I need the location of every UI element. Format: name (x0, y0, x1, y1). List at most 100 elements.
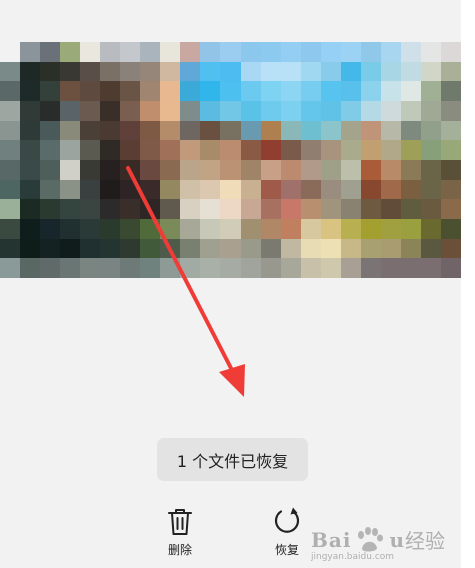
photo-tile (40, 179, 61, 200)
photo-tile (400, 159, 421, 180)
photo-tile (380, 159, 401, 180)
photo-tile (400, 258, 421, 278)
photo-tile (160, 258, 181, 278)
photo-tile (180, 42, 201, 62)
baidu-jingyan-watermark: Bai u 经验 jingyan.baidu.com (310, 525, 445, 562)
photo-tile (20, 238, 41, 259)
photo-tile (220, 61, 241, 82)
photo-tile (60, 42, 81, 62)
photo-tile (380, 81, 401, 101)
photo-tile (120, 258, 141, 278)
photo-tile (140, 100, 161, 121)
photo-tile (80, 199, 101, 219)
photo-tile (200, 258, 221, 278)
photo-tile (320, 42, 341, 62)
pixelated-photo-preview (0, 42, 461, 278)
photo-tile (260, 199, 281, 219)
photo-tile (300, 238, 321, 259)
photo-tile (300, 159, 321, 180)
photo-tile (360, 179, 381, 200)
photo-tile (140, 81, 161, 101)
photo-tile (80, 140, 101, 160)
photo-tile (280, 120, 301, 141)
photo-tile (280, 179, 301, 200)
photo-tile (120, 42, 141, 62)
photo-tile (20, 100, 41, 121)
photo-tile (440, 100, 461, 121)
photo-tile (120, 120, 141, 141)
photo-tile (240, 61, 261, 82)
photo-tile (140, 120, 161, 141)
photo-tile (80, 120, 101, 141)
photo-tile (260, 42, 281, 62)
photo-tile (320, 100, 341, 121)
photo-tile (180, 81, 201, 101)
delete-button[interactable]: 删除 (150, 505, 210, 558)
photo-tile (120, 199, 141, 219)
photo-tile (160, 120, 181, 141)
toast-text: 1 个文件已恢复 (176, 451, 289, 471)
photo-tile (160, 42, 181, 62)
photo-tile (260, 258, 281, 278)
photo-tile (80, 258, 101, 278)
photo-tile (140, 140, 161, 160)
photo-tile (340, 238, 361, 259)
photo-tile (40, 238, 61, 259)
photo-tile (400, 199, 421, 219)
restore-button[interactable]: 恢复 (257, 505, 317, 558)
photo-tile (220, 159, 241, 180)
photo-tile (20, 199, 41, 219)
photo-tile (20, 61, 41, 82)
photo-tile (220, 199, 241, 219)
photo-tile (260, 100, 281, 121)
photo-tile (220, 120, 241, 141)
photo-tile (440, 140, 461, 160)
photo-tile (340, 81, 361, 101)
photo-tile (200, 81, 221, 101)
photo-tile (440, 238, 461, 259)
photo-tile (140, 199, 161, 219)
photo-tile (360, 199, 381, 219)
photo-tile (40, 100, 61, 121)
photo-tile (320, 120, 341, 141)
photo-tile (280, 258, 301, 278)
photo-tile (280, 81, 301, 101)
photo-tile (420, 81, 441, 101)
photo-tile (260, 140, 281, 160)
photo-tile (100, 61, 121, 82)
photo-tile (20, 179, 41, 200)
photo-tile (280, 159, 301, 180)
photo-tile (160, 179, 181, 200)
photo-tile (400, 120, 421, 141)
photo-tile (100, 100, 121, 121)
photo-tile (0, 258, 21, 278)
photo-tile (60, 100, 81, 121)
photo-tile (140, 179, 161, 200)
photo-tile (360, 258, 381, 278)
screen-edge-strip (461, 0, 475, 568)
photo-tile (420, 140, 441, 160)
photo-tile (420, 258, 441, 278)
photo-tile (220, 238, 241, 259)
photo-tile (240, 140, 261, 160)
photo-tile (320, 81, 341, 101)
photo-tile (100, 218, 121, 239)
photo-tile (320, 179, 341, 200)
photo-tile (160, 199, 181, 219)
photo-tile (200, 120, 221, 141)
photo-tile (400, 81, 421, 101)
photo-tile (120, 100, 141, 121)
photo-tile (360, 238, 381, 259)
photo-tile (80, 179, 101, 200)
photo-tile (0, 61, 21, 82)
photo-tile (240, 179, 261, 200)
photo-tile (280, 238, 301, 259)
photo-tile (360, 61, 381, 82)
photo-tile (240, 81, 261, 101)
watermark-brand-a: Bai (310, 527, 352, 552)
photo-tile (440, 199, 461, 219)
photo-tile (340, 42, 361, 62)
photo-tile (220, 140, 241, 160)
photo-tile (140, 218, 161, 239)
photo-tile (300, 61, 321, 82)
